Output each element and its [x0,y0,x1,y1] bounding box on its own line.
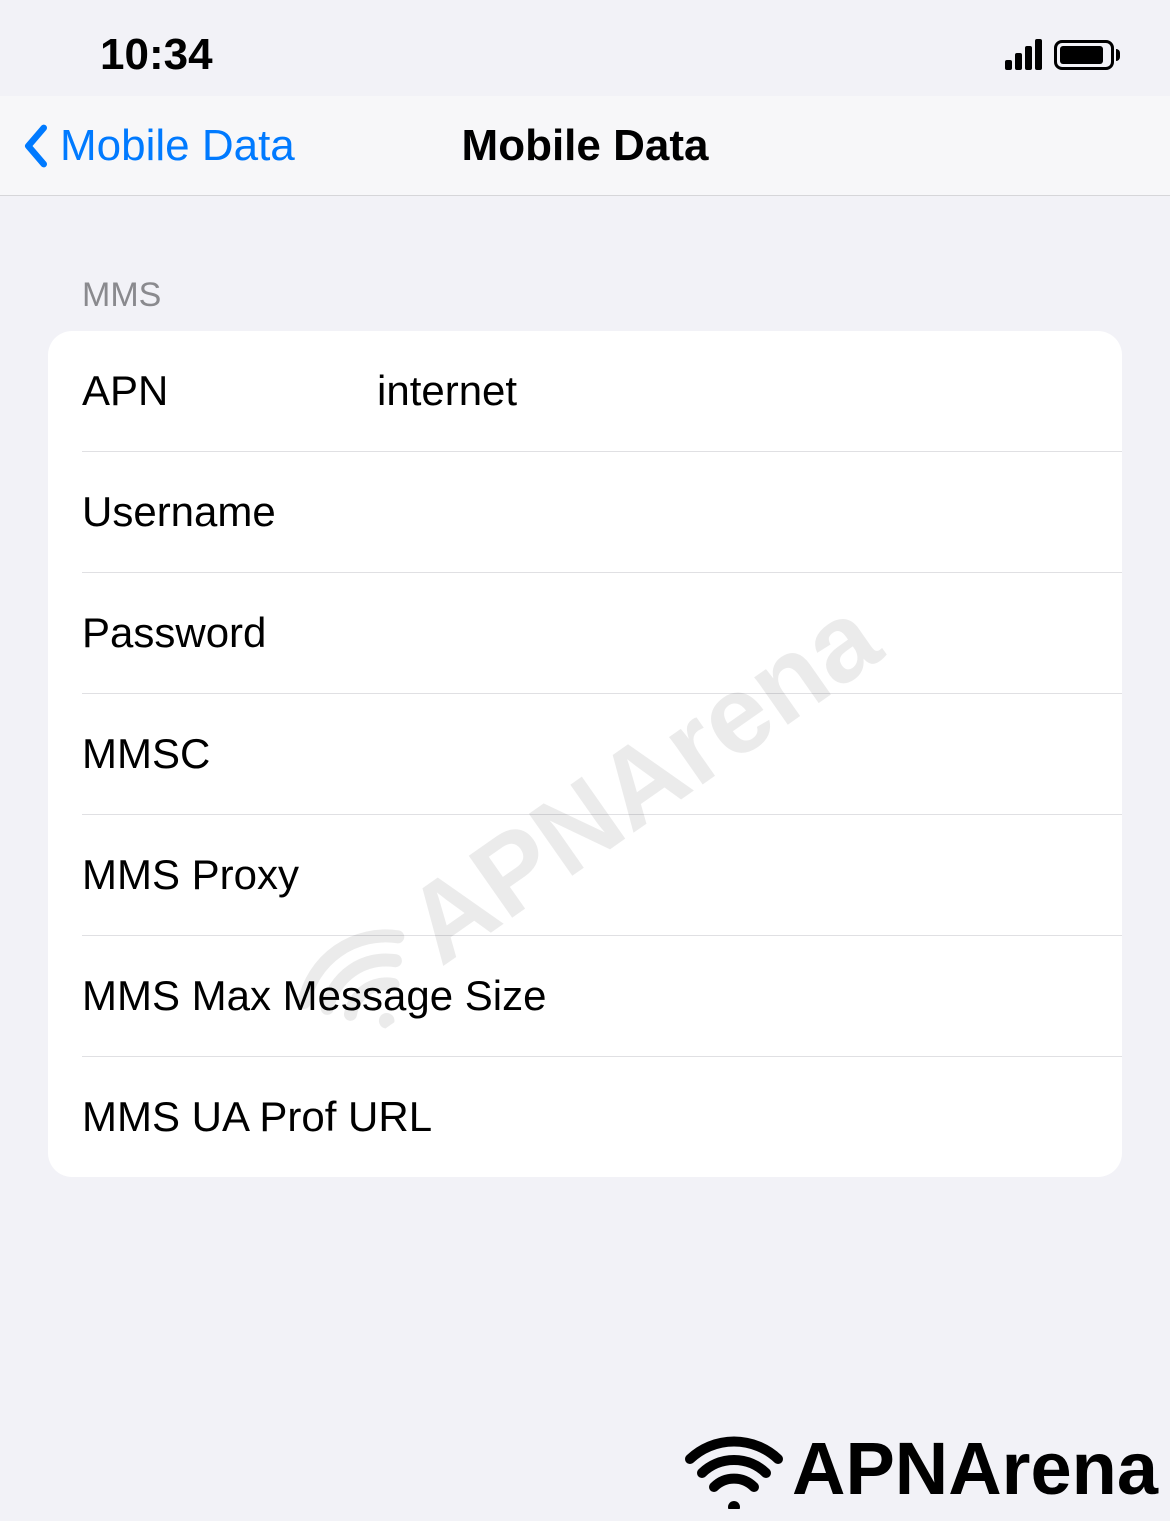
row-mms-ua[interactable]: MMS UA Prof URL [48,1057,1122,1177]
label-mms-max: MMS Max Message Size [82,972,546,1020]
label-mms-proxy: MMS Proxy [82,851,377,899]
brand-logo: APNArena [684,1426,1158,1511]
label-mmsc: MMSC [82,730,377,778]
brand-text: APNArena [792,1426,1158,1511]
input-username[interactable] [377,488,1088,536]
page-title: Mobile Data [462,121,709,171]
input-mmsc[interactable] [377,730,1088,778]
content: MMS APN Username Password MMSC MMS Proxy [0,276,1170,1177]
input-password[interactable] [377,609,1088,657]
section-header-mms: MMS [82,276,1122,315]
back-label: Mobile Data [60,121,295,171]
battery-icon [1054,40,1120,70]
label-password: Password [82,609,377,657]
row-apn[interactable]: APN [48,331,1122,451]
back-button[interactable]: Mobile Data [0,121,295,171]
label-apn: APN [82,367,377,415]
status-time: 10:34 [100,30,213,80]
wifi-icon [684,1429,784,1509]
label-username: Username [82,488,377,536]
status-indicators [1005,40,1120,70]
input-mms-proxy[interactable] [377,851,1088,899]
input-mms-max[interactable] [546,972,1088,1020]
input-mms-ua[interactable] [432,1093,1088,1141]
row-password[interactable]: Password [48,573,1122,693]
status-bar: 10:34 [0,0,1170,96]
chevron-left-icon [22,124,50,168]
input-apn[interactable] [377,367,1088,415]
settings-group-mms: APN Username Password MMSC MMS Proxy MMS… [48,331,1122,1177]
cellular-signal-icon [1005,40,1042,70]
navigation-bar: Mobile Data Mobile Data [0,96,1170,196]
row-username[interactable]: Username [48,452,1122,572]
row-mmsc[interactable]: MMSC [48,694,1122,814]
row-mms-max[interactable]: MMS Max Message Size [48,936,1122,1056]
row-mms-proxy[interactable]: MMS Proxy [48,815,1122,935]
label-mms-ua: MMS UA Prof URL [82,1093,432,1141]
